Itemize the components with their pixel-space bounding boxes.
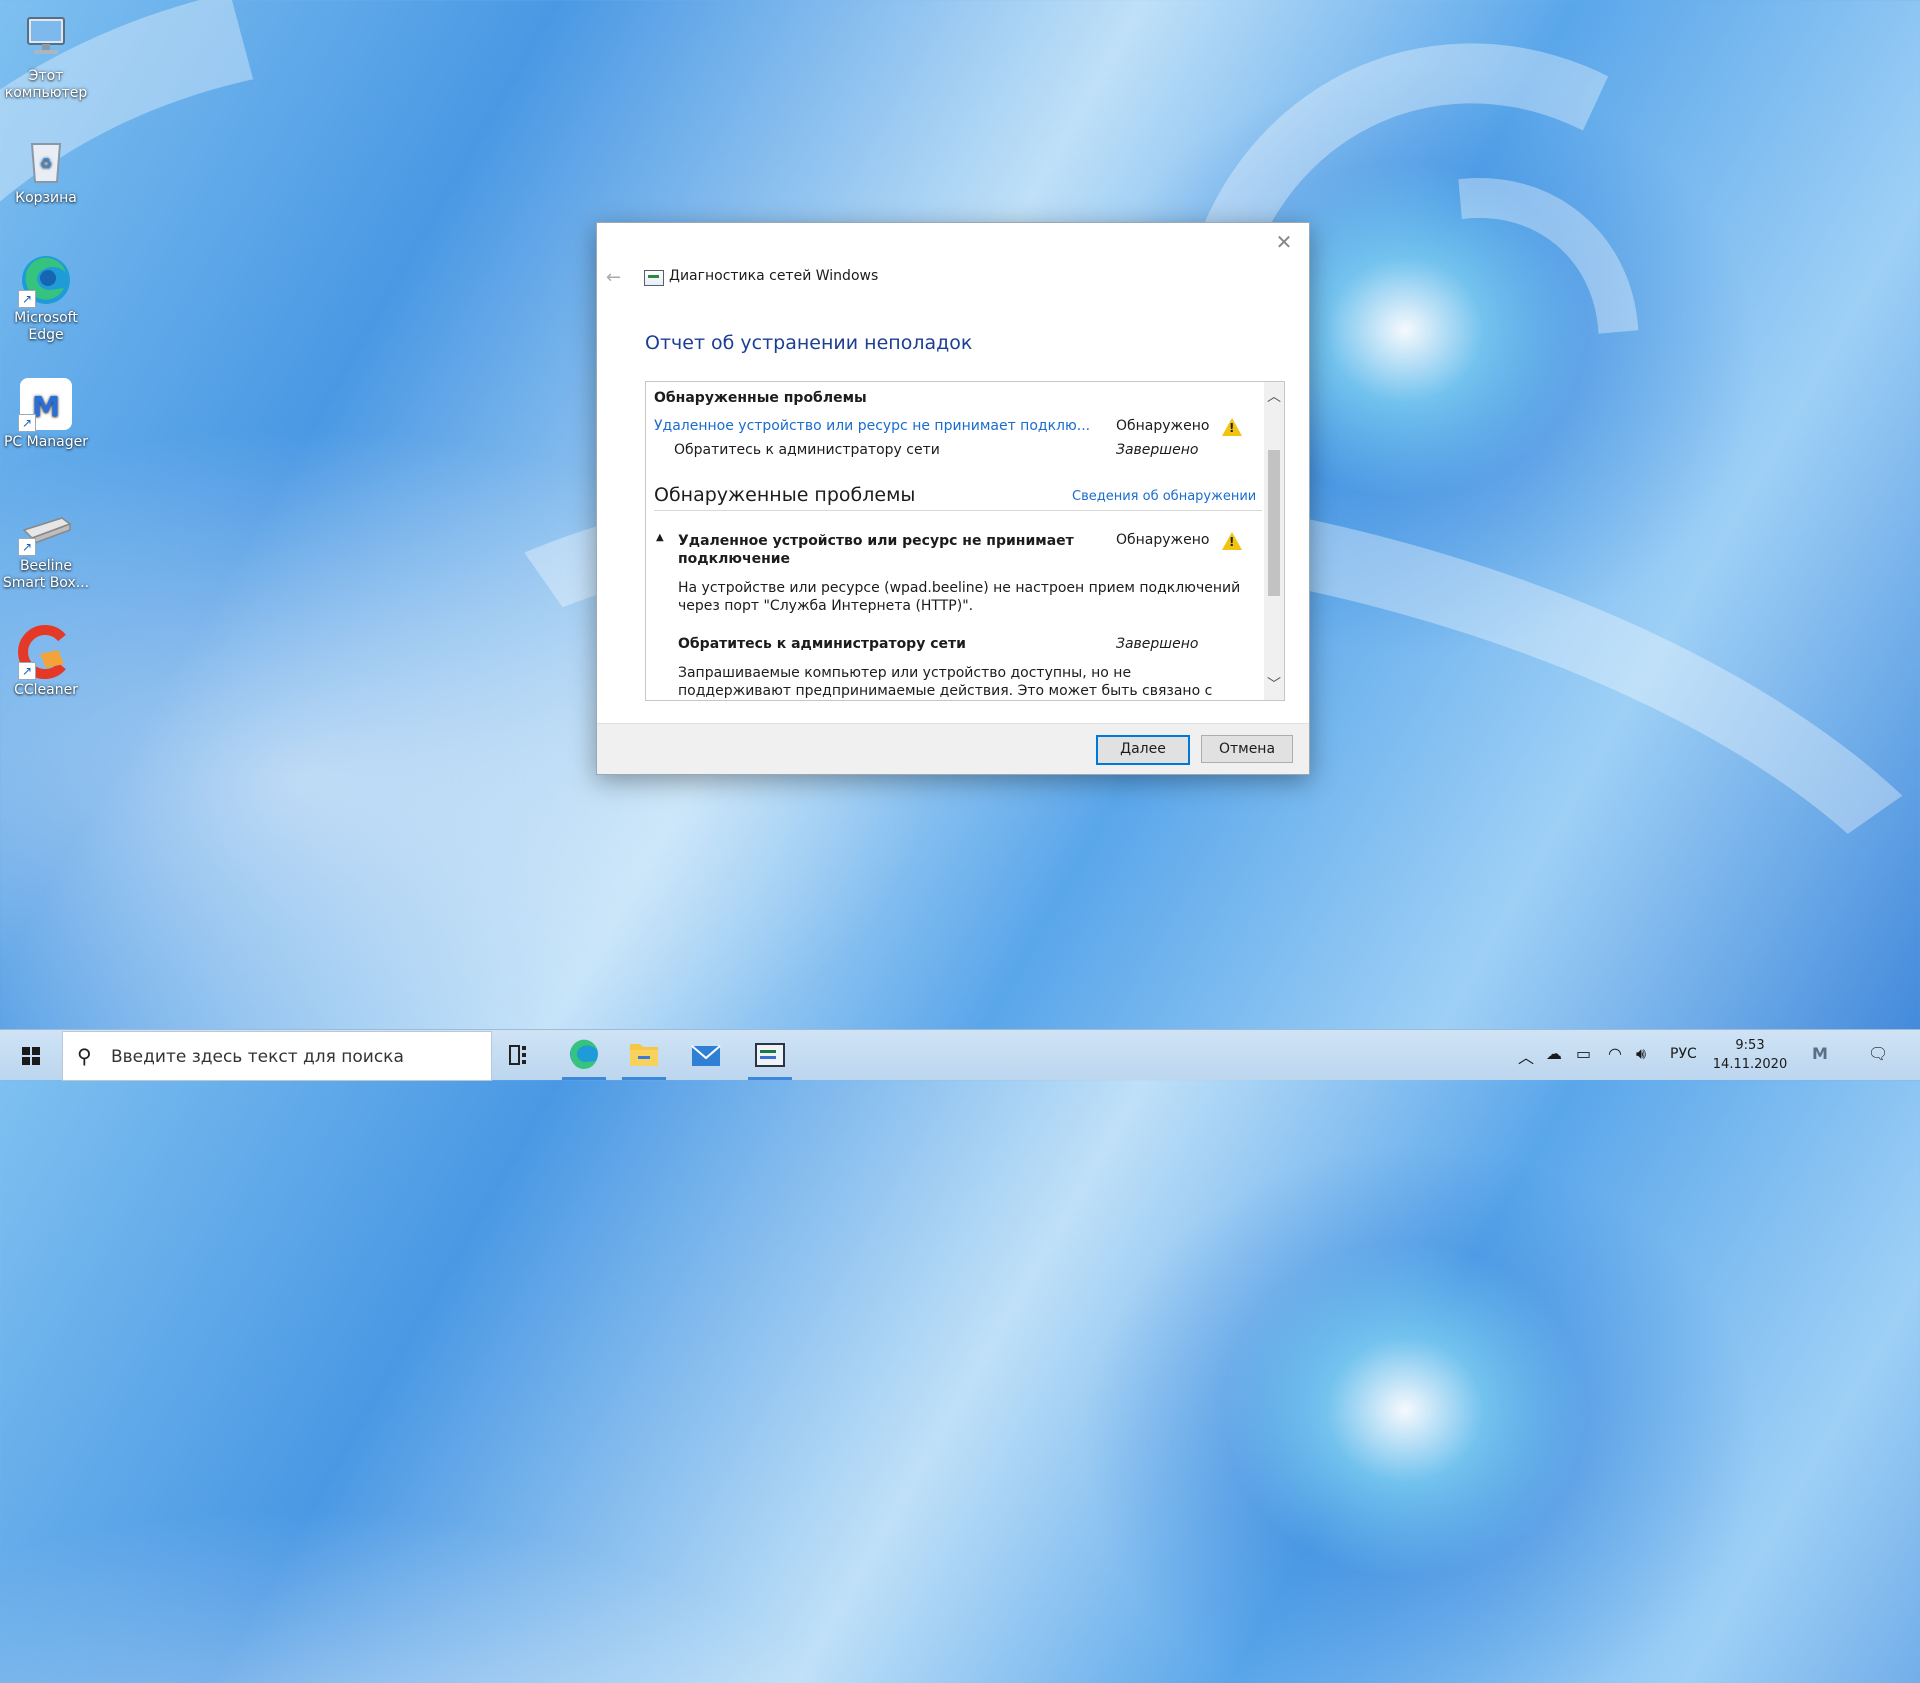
onedrive-cloud-icon[interactable]: ☁ [1546, 1044, 1562, 1063]
search-icon: ⚲ [77, 1044, 92, 1068]
wifi-icon[interactable]: ◠ [1608, 1044, 1622, 1063]
details-section-title: Обнаруженные проблемы [654, 484, 916, 506]
desktop-icon-label: CCleaner [14, 682, 78, 698]
details-link[interactable]: Сведения об обнаружении [1072, 489, 1256, 504]
desktop-icon-beeline[interactable]: ↗ Beeline Smart Box... [0, 500, 92, 592]
shortcut-arrow-icon: ↗ [18, 538, 36, 556]
dialog-heading: Отчет об устранении неполадок [645, 332, 973, 354]
desktop-icon-this-pc[interactable]: Этот компьютер [0, 10, 92, 102]
problem-link[interactable]: Удаленное устройство или ресурс не прини… [654, 418, 1090, 434]
computer-icon [18, 10, 74, 66]
task-view-button[interactable] [490, 1030, 550, 1080]
desktop-icon-edge[interactable]: ↗ Microsoft Edge [0, 252, 92, 344]
warning-icon [1222, 418, 1242, 436]
details-problem-status: Обнаружено [1116, 532, 1210, 548]
network-diagnostics-icon [644, 270, 664, 286]
windows-logo-icon [22, 1047, 40, 1065]
taskbar-edge[interactable] [554, 1030, 614, 1080]
desktop-icon-label: Microsoft Edge [14, 310, 78, 343]
action-title: Обратитесь к администратору сети [678, 636, 966, 652]
recycle-bin-icon: ♻ [18, 132, 74, 188]
summary-section-title: Обнаруженные проблемы [654, 390, 867, 406]
problem-title-line: Удаленное устройство или ресурс не прини… [678, 533, 1074, 549]
section-divider [654, 510, 1262, 511]
problem-description-line: На устройстве или ресурсе (wpad.beeline)… [678, 580, 1241, 596]
problem-description: На устройстве или ресурсе (wpad.beeline)… [678, 579, 1240, 615]
taskbar: ⚲ Введите здесь текст для поиска ︿ ☁ ▭ ◠… [0, 1029, 1920, 1081]
taskbar-network-diagnostics[interactable] [740, 1030, 800, 1080]
clock-time: 9:53 [1735, 1038, 1765, 1053]
problem-description-line: через порт "Служба Интернета (HTTP)". [678, 598, 974, 614]
search-placeholder: Введите здесь текст для поиска [111, 1047, 404, 1067]
pc-manager-tray-icon[interactable]: M [1812, 1044, 1828, 1063]
pc-manager-icon: M ↗ [18, 376, 74, 432]
desktop-icon-label: PC Manager [3, 434, 89, 450]
action-description: Запрашиваемые компьютер или устройство д… [678, 664, 1212, 700]
close-icon[interactable]: ✕ [1269, 229, 1299, 255]
scroll-thumb[interactable] [1268, 450, 1280, 596]
clock-date: 14.11.2020 [1712, 1057, 1788, 1072]
desktop-icon-ccleaner[interactable]: ↗ CCleaner [0, 624, 92, 699]
desktop-icon-label: Beeline Smart Box... [2, 558, 90, 591]
file-explorer-icon [630, 1044, 658, 1066]
problem-title: Удаленное устройство или ресурс не прини… [678, 532, 1074, 568]
back-arrow-icon[interactable]: ← [606, 267, 621, 288]
start-button[interactable] [0, 1030, 60, 1080]
edge-icon: ↗ [18, 252, 74, 308]
shortcut-arrow-icon: ↗ [18, 662, 36, 680]
edge-icon [570, 1039, 598, 1069]
collapse-caret-icon[interactable]: ▲ [656, 532, 664, 543]
ccleaner-icon: ↗ [18, 624, 74, 680]
task-view-icon [509, 1045, 526, 1065]
action-description-line: Запрашиваемые компьютер или устройство д… [678, 665, 1132, 681]
troubleshooting-report[interactable]: Обнаруженные проблемы Удаленное устройст… [645, 381, 1285, 701]
dialog-footer: Далее Отмена [597, 723, 1309, 774]
dialog-app-title: Диагностика сетей Windows [669, 268, 879, 284]
action-status: Завершено [1116, 442, 1199, 458]
problem-status: Обнаружено [1116, 418, 1210, 434]
network-diagnostics-dialog: ✕ ← Диагностика сетей Windows Отчет об у… [596, 222, 1310, 775]
action-center-icon[interactable]: 🗨︎ [1868, 1044, 1888, 1063]
network-diagnostics-icon [755, 1043, 785, 1067]
clock[interactable]: 9:53 14.11.2020 [1702, 1036, 1798, 1074]
shortcut-arrow-icon: ↗ [18, 290, 36, 308]
report-scrollbar[interactable]: ︿ ﹀ [1264, 382, 1284, 700]
mail-icon [691, 1045, 721, 1066]
problem-title-line: подключение [678, 551, 791, 567]
action-text: Обратитесь к администратору сети [674, 442, 940, 458]
desktop-icon-label: Этот компьютер [4, 68, 88, 101]
router-icon: ↗ [18, 500, 74, 556]
details-action-status: Завершено [1116, 636, 1199, 652]
next-button[interactable]: Далее [1096, 735, 1190, 765]
battery-icon[interactable]: ▭ [1576, 1044, 1591, 1063]
search-box[interactable]: ⚲ Введите здесь текст для поиска [62, 1031, 492, 1081]
language-indicator[interactable]: РУС [1670, 1046, 1697, 1062]
scroll-up-icon[interactable]: ︿ [1264, 386, 1284, 408]
show-hidden-icons-chevron-icon[interactable]: ︿ [1518, 1044, 1534, 1068]
warning-icon [1222, 532, 1242, 550]
taskbar-file-explorer[interactable] [614, 1030, 674, 1080]
desktop-icon-label: Корзина [15, 190, 77, 206]
shortcut-arrow-icon: ↗ [18, 414, 36, 432]
svg-text:♻: ♻ [40, 156, 53, 172]
volume-icon[interactable]: 🔊︎ [1636, 1044, 1646, 1064]
desktop-icon-recycle-bin[interactable]: ♻ Корзина [0, 132, 92, 207]
desktop: { "desktop": { "icons": [ {"label": "Это… [0, 0, 1920, 1683]
scroll-down-icon[interactable]: ﹀ [1264, 674, 1284, 696]
desktop-icon-pc-manager[interactable]: M ↗ PC Manager [0, 376, 92, 451]
svg-text:M: M [32, 390, 60, 423]
cancel-button[interactable]: Отмена [1201, 735, 1293, 763]
action-description-line: поддерживают предпринимаемые действия. Э… [678, 683, 1213, 699]
taskbar-mail[interactable] [676, 1030, 736, 1080]
